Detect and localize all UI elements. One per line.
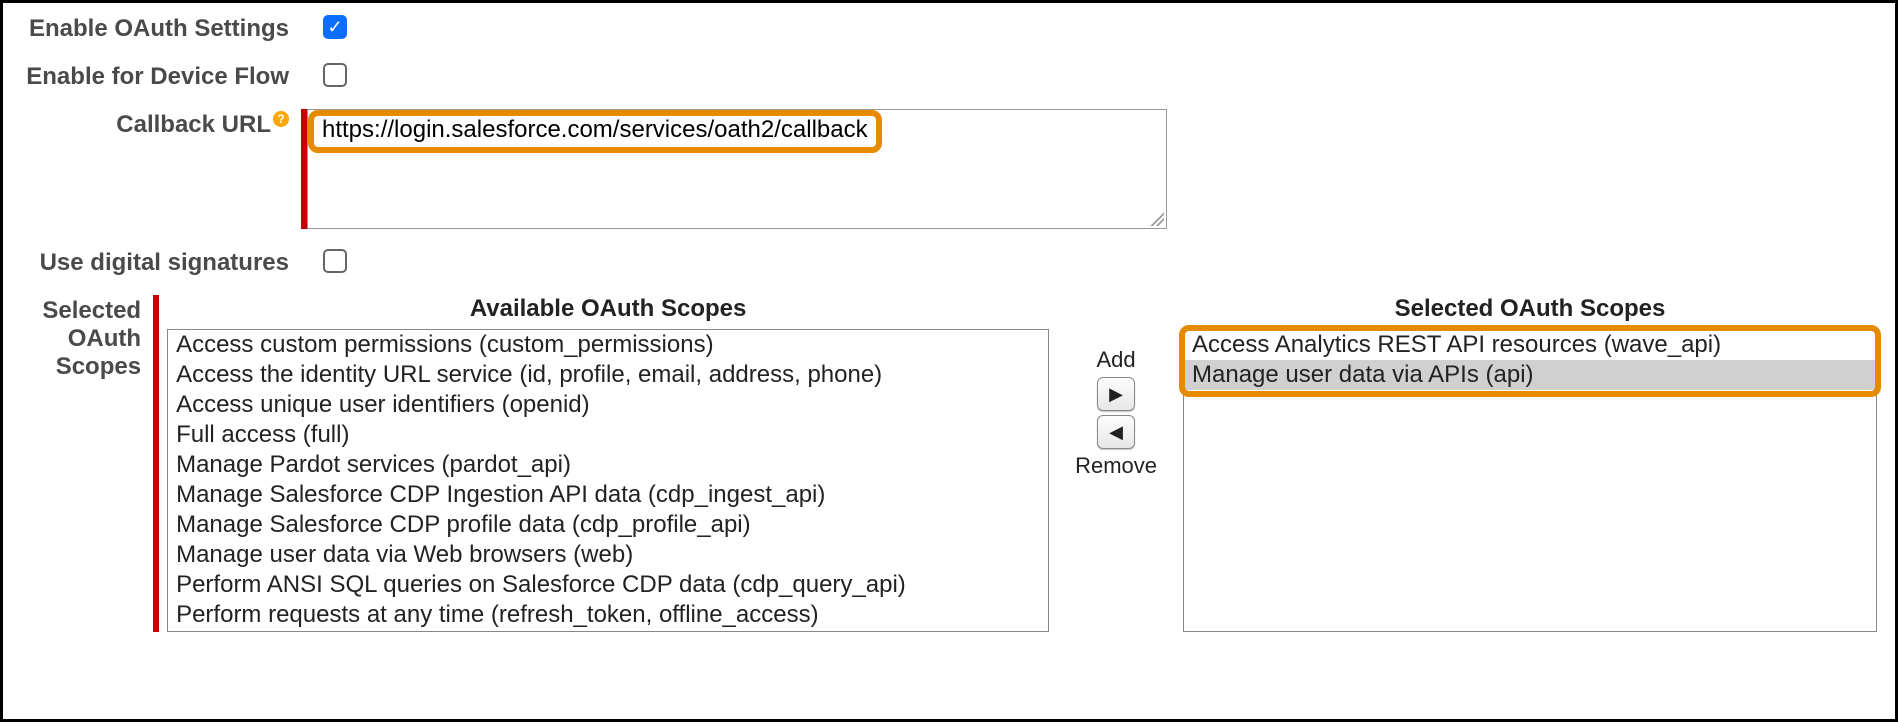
list-item[interactable]: Manage user data via Web browsers (web) <box>168 540 1048 570</box>
oauth-settings-panel: Enable OAuth Settings ✓ Enable for Devic… <box>0 0 1898 722</box>
help-icon[interactable]: ? <box>273 111 289 127</box>
row-callback-url: Callback URL? https://login.salesforce.c… <box>21 109 1877 229</box>
list-item[interactable]: Manage Pardot services (pardot_api) <box>168 450 1048 480</box>
triangle-right-icon: ▶ <box>1109 384 1123 405</box>
checkbox-digital-signatures[interactable] <box>323 249 347 273</box>
list-item[interactable]: Access custom permissions (custom_permis… <box>168 330 1048 360</box>
label-oauth-scopes: Selected OAuth Scopes <box>21 295 153 381</box>
add-button[interactable]: ▶ <box>1097 377 1135 411</box>
selected-scopes-listbox[interactable]: Access Analytics REST API resources (wav… <box>1183 329 1877 632</box>
list-item[interactable]: Manage user data via APIs (api) <box>1184 360 1876 390</box>
add-label: Add <box>1096 347 1135 373</box>
picker-buttons: Add ▶ ◀ Remove <box>1049 345 1183 481</box>
callback-url-value: https://login.salesforce.com/services/oa… <box>322 116 868 143</box>
triangle-left-icon: ◀ <box>1109 422 1123 443</box>
label-callback-url-text: Callback URL <box>116 111 271 138</box>
label-device-flow: Enable for Device Flow <box>21 61 301 91</box>
label-digital-signatures: Use digital signatures <box>21 247 301 277</box>
row-digital-signatures: Use digital signatures <box>21 247 1877 277</box>
callback-url-textarea[interactable]: https://login.salesforce.com/services/oa… <box>307 109 1167 229</box>
list-item[interactable]: Access Analytics REST API resources (wav… <box>1184 330 1876 360</box>
available-scopes-column: Available OAuth Scopes Access custom per… <box>167 295 1049 632</box>
callback-url-value-highlight: https://login.salesforce.com/services/oa… <box>308 110 882 153</box>
required-indicator <box>153 295 159 632</box>
remove-button[interactable]: ◀ <box>1097 415 1135 449</box>
list-item[interactable]: Full access (full) <box>168 420 1048 450</box>
list-item[interactable]: Access the identity URL service (id, pro… <box>168 360 1048 390</box>
list-item[interactable]: Perform ANSI SQL queries on Salesforce C… <box>168 570 1048 600</box>
available-scopes-listbox[interactable]: Access custom permissions (custom_permis… <box>167 329 1049 632</box>
remove-label: Remove <box>1075 453 1157 479</box>
row-enable-oauth: Enable OAuth Settings ✓ <box>21 13 1877 43</box>
row-oauth-scopes: Selected OAuth Scopes Available OAuth Sc… <box>21 295 1877 632</box>
list-item[interactable]: Perform requests at any time (refresh_to… <box>168 600 1048 630</box>
resize-handle-icon[interactable] <box>1150 212 1164 226</box>
available-scopes-heading: Available OAuth Scopes <box>470 295 747 323</box>
selected-scopes-heading: Selected OAuth Scopes <box>1395 295 1666 323</box>
row-device-flow: Enable for Device Flow <box>21 61 1877 91</box>
list-item[interactable]: Manage Salesforce CDP Ingestion API data… <box>168 480 1048 510</box>
selected-scopes-column: Selected OAuth Scopes Access Analytics R… <box>1183 295 1877 632</box>
label-enable-oauth: Enable OAuth Settings <box>21 13 301 43</box>
checkbox-device-flow[interactable] <box>323 63 347 87</box>
list-item[interactable]: Manage Salesforce CDP profile data (cdp_… <box>168 510 1048 540</box>
checkbox-enable-oauth[interactable]: ✓ <box>323 15 347 39</box>
label-callback-url: Callback URL? <box>21 109 301 139</box>
list-item[interactable]: Access unique user identifiers (openid) <box>168 390 1048 420</box>
